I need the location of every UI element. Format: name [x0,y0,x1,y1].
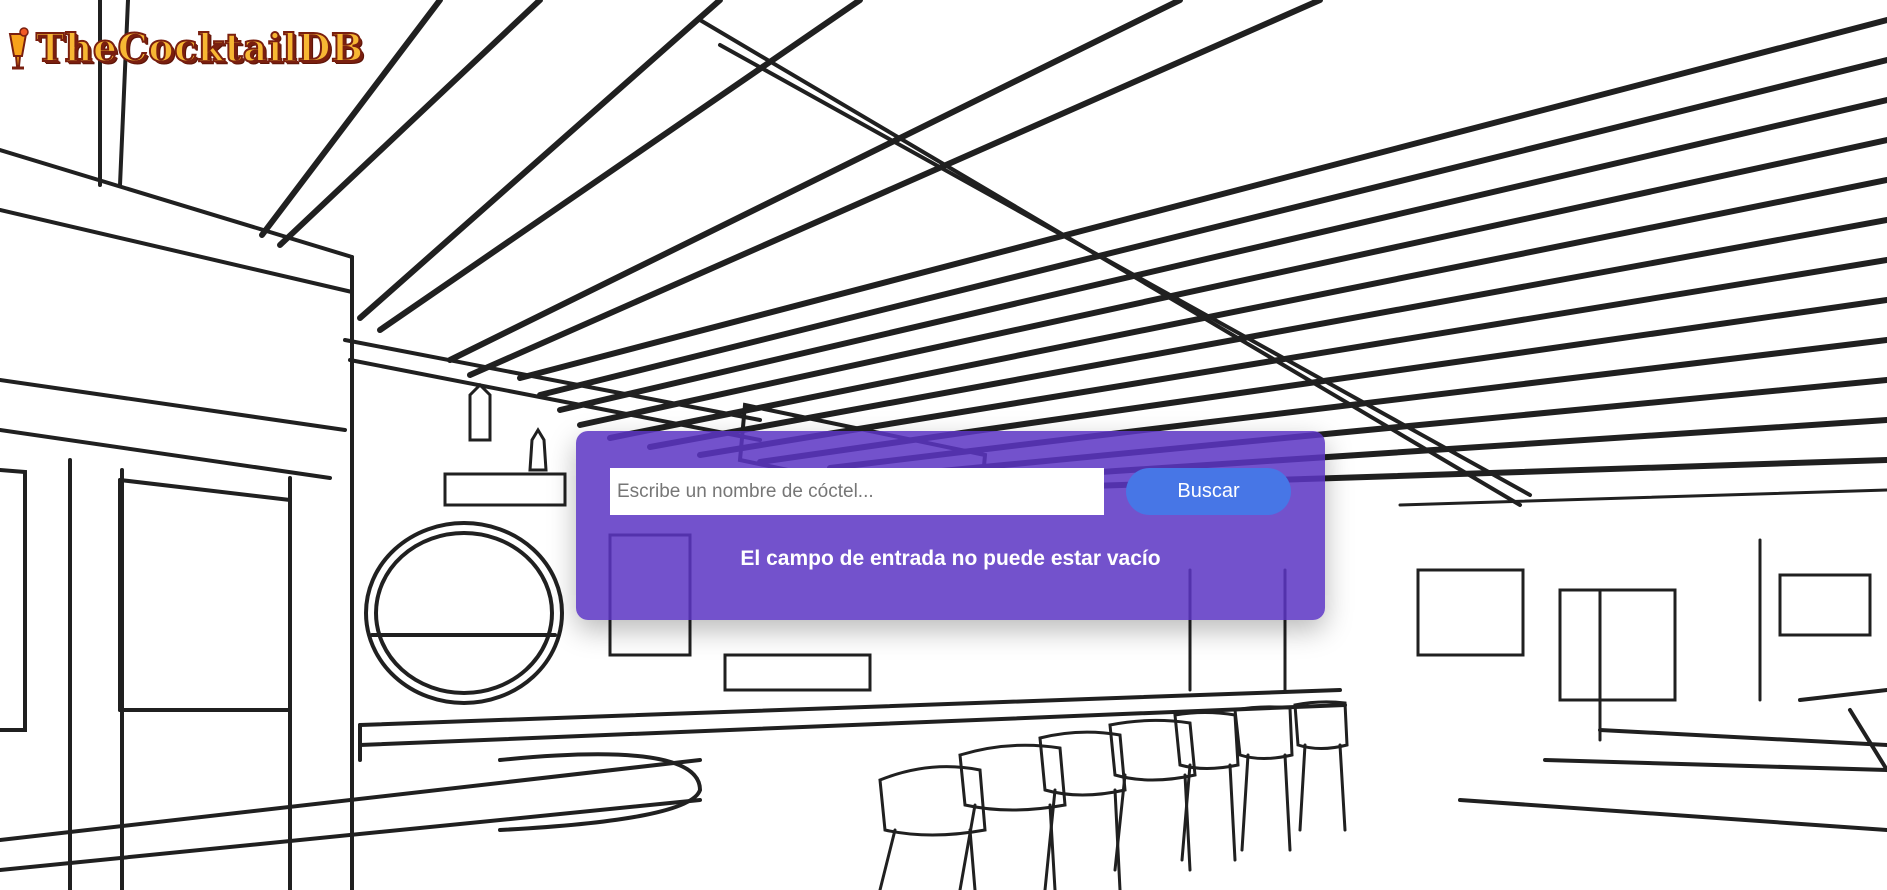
error-message: El campo de entrada no puede estar vacío [740,547,1161,570]
logo-text: TheCocktailDB [35,25,364,70]
logo[interactable]: TheCocktailDB [6,26,364,70]
search-button[interactable]: Buscar [1126,468,1291,515]
cocktail-search-input[interactable] [610,468,1104,515]
search-panel: Buscar El campo de entrada no puede esta… [576,431,1325,620]
cocktail-glass-icon [8,27,29,70]
